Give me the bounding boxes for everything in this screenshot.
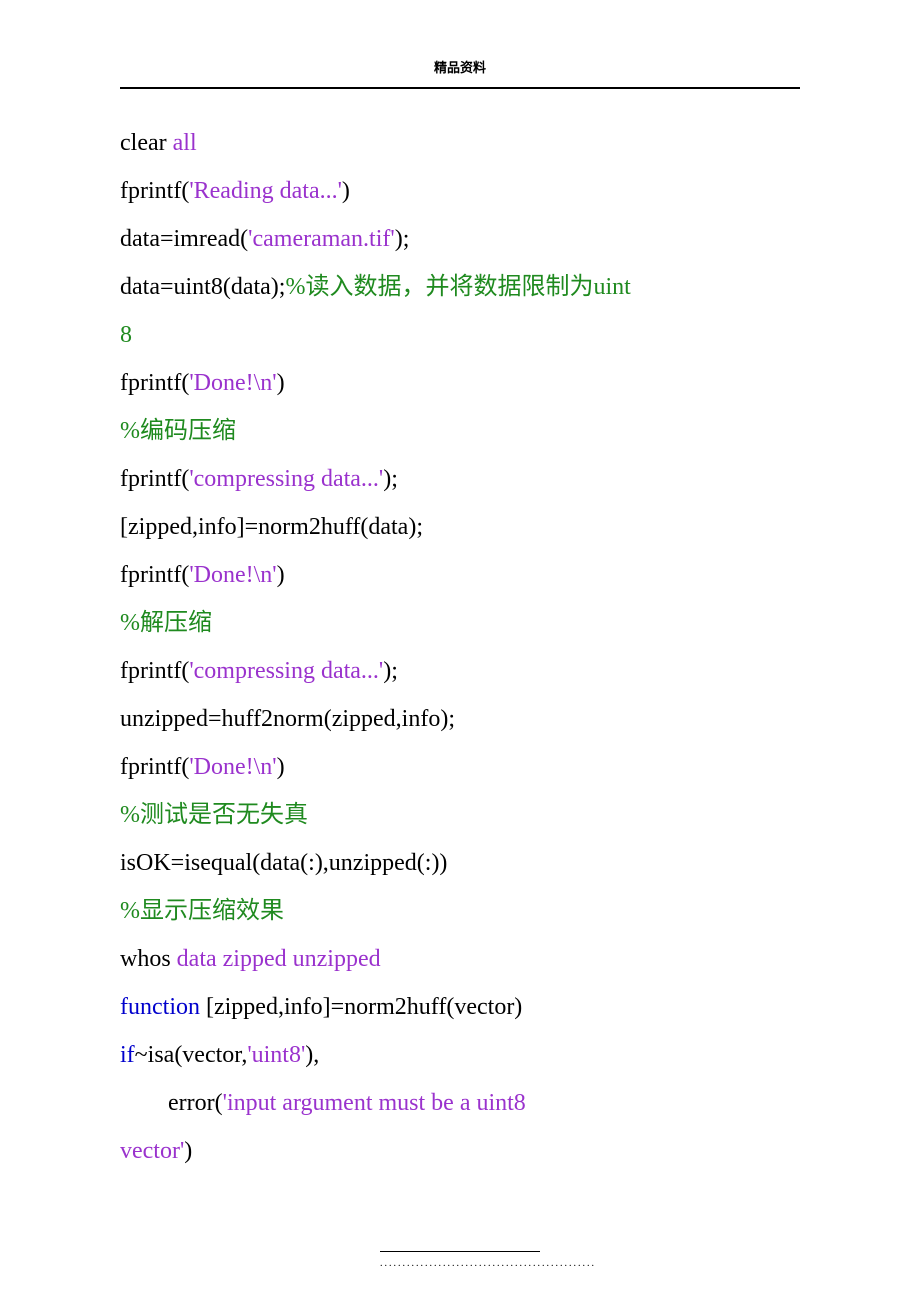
text-segment: fprintf( bbox=[120, 754, 189, 780]
text-segment: fprintf( bbox=[120, 562, 189, 588]
identifier-list: data zipped unzipped bbox=[177, 946, 381, 972]
code-line: fprintf('compressing data...'); bbox=[120, 647, 800, 695]
text-segment: error( bbox=[168, 1090, 223, 1116]
code-line: fprintf('Done!\n') bbox=[120, 359, 800, 407]
text-segment: data=imread( bbox=[120, 226, 248, 252]
text-segment: ) bbox=[342, 178, 350, 204]
string-literal: 'uint8' bbox=[247, 1042, 305, 1068]
comment: %解压缩 bbox=[120, 610, 212, 636]
code-line: unzipped=huff2norm(zipped,info); bbox=[120, 695, 800, 743]
keyword-if: if bbox=[120, 1042, 135, 1068]
code-line: %解压缩 bbox=[120, 599, 800, 647]
string-literal: 'Reading data...' bbox=[189, 178, 342, 204]
code-line: isOK=isequal(data(:),unzipped(:)) bbox=[120, 839, 800, 887]
text-segment: whos bbox=[120, 946, 177, 972]
string-literal: vector' bbox=[120, 1138, 184, 1164]
comment: %读入数据，并将数据限制为uint bbox=[285, 274, 630, 300]
code-line: if~isa(vector,'uint8'), bbox=[120, 1031, 800, 1079]
text-segment: unzipped=huff2norm(zipped,info); bbox=[120, 706, 455, 732]
text-segment: ) bbox=[277, 370, 285, 396]
text-segment: ); bbox=[383, 466, 398, 492]
string-literal: 'Done!\n' bbox=[189, 754, 276, 780]
text-segment: isOK=isequal(data(:),unzipped(:)) bbox=[120, 850, 447, 876]
text-segment: fprintf( bbox=[120, 466, 189, 492]
string-literal: 'Done!\n' bbox=[189, 562, 276, 588]
text-segment: [zipped,info]=norm2huff(vector) bbox=[206, 994, 522, 1020]
code-line: fprintf('Reading data...') bbox=[120, 167, 800, 215]
code-line: fprintf('compressing data...'); bbox=[120, 455, 800, 503]
page-footer: ........................................… bbox=[380, 1251, 540, 1274]
code-line: fprintf('Done!\n') bbox=[120, 743, 800, 791]
code-line: error('input argument must be a uint8 bbox=[120, 1079, 800, 1127]
string-literal: 'compressing data...' bbox=[189, 466, 383, 492]
text-segment: clear bbox=[120, 130, 173, 156]
text-segment: fprintf( bbox=[120, 370, 189, 396]
code-line: data=uint8(data);%读入数据，并将数据限制为uint bbox=[120, 263, 800, 311]
code-line: %显示压缩效果 bbox=[120, 887, 800, 935]
comment: %显示压缩效果 bbox=[120, 898, 284, 924]
code-line: 8 bbox=[120, 311, 800, 359]
string-literal: 'Done!\n' bbox=[189, 370, 276, 396]
text-segment: [zipped,info]=norm2huff(data); bbox=[120, 514, 423, 540]
document-page: 精品资料 clear all fprintf('Reading data...'… bbox=[0, 0, 920, 1302]
code-line: vector') bbox=[120, 1127, 800, 1175]
keyword-all: all bbox=[173, 130, 197, 156]
comment: 8 bbox=[120, 322, 132, 348]
text-segment: ), bbox=[305, 1042, 319, 1068]
text-segment: ); bbox=[383, 658, 398, 684]
code-line: %编码压缩 bbox=[120, 407, 800, 455]
code-block: clear all fprintf('Reading data...') dat… bbox=[120, 119, 800, 1175]
code-line: [zipped,info]=norm2huff(data); bbox=[120, 503, 800, 551]
code-line: data=imread('cameraman.tif'); bbox=[120, 215, 800, 263]
text-segment: ) bbox=[277, 562, 285, 588]
text-segment: ~isa(vector, bbox=[135, 1042, 248, 1068]
comment: %编码压缩 bbox=[120, 418, 236, 444]
string-literal: 'compressing data...' bbox=[189, 658, 383, 684]
code-line: whos data zipped unzipped bbox=[120, 935, 800, 983]
string-literal: 'input argument must be a uint8 bbox=[223, 1090, 532, 1116]
code-line: clear all bbox=[120, 119, 800, 167]
code-line: fprintf('Done!\n') bbox=[120, 551, 800, 599]
comment: %测试是否无失真 bbox=[120, 802, 308, 828]
text-segment: ) bbox=[184, 1138, 192, 1164]
page-header: 精品资料 bbox=[120, 55, 800, 89]
text-segment: ); bbox=[395, 226, 410, 252]
text-segment: fprintf( bbox=[120, 178, 189, 204]
keyword-function: function bbox=[120, 994, 206, 1020]
text-segment: data=uint8(data); bbox=[120, 274, 285, 300]
text-segment: fprintf( bbox=[120, 658, 189, 684]
string-literal: 'cameraman.tif' bbox=[248, 226, 395, 252]
text-segment: ) bbox=[277, 754, 285, 780]
code-line: function [zipped,info]=norm2huff(vector) bbox=[120, 983, 800, 1031]
code-line: %测试是否无失真 bbox=[120, 791, 800, 839]
